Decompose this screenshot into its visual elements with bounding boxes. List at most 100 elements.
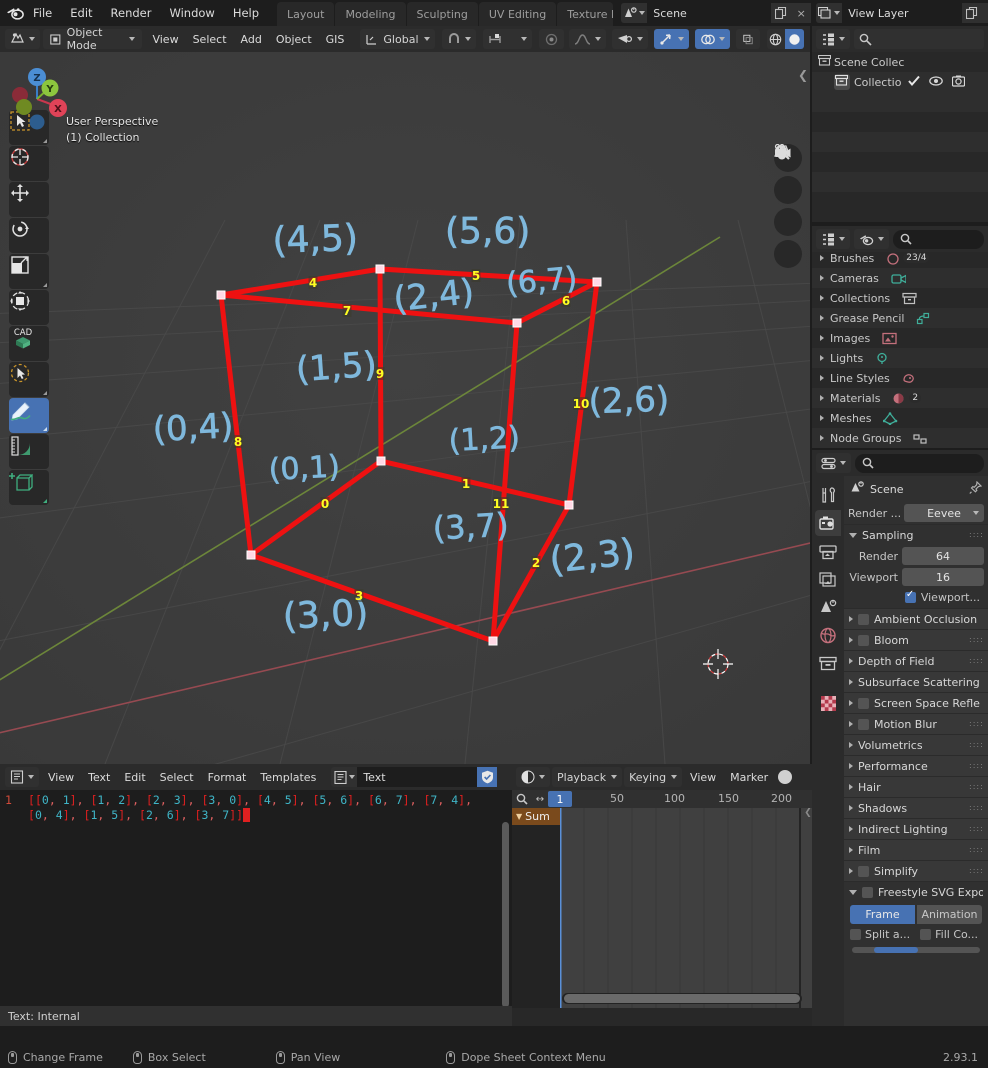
triangle-right-icon[interactable] xyxy=(849,700,853,706)
blender-logo-icon[interactable] xyxy=(6,3,24,23)
dopesheet-editor-icon[interactable] xyxy=(516,767,550,787)
panel-simplify[interactable]: Simplify:::: xyxy=(844,860,988,881)
blender-data-icon[interactable] xyxy=(854,229,889,249)
blender-file-row[interactable]: Lights xyxy=(812,348,988,368)
current-frame-indicator[interactable]: 1 xyxy=(548,791,572,807)
search-icon[interactable] xyxy=(512,793,532,805)
tool-transform[interactable] xyxy=(9,290,49,325)
horizontal-scale-icon[interactable]: ↔ xyxy=(532,794,548,805)
tab-view-layer[interactable] xyxy=(815,566,841,592)
tab-collection[interactable] xyxy=(815,650,841,676)
menu-templates[interactable]: Templates xyxy=(253,767,323,788)
tab-tool[interactable] xyxy=(815,482,841,508)
tab-sculpting[interactable]: Sculpting xyxy=(406,2,478,26)
properties-search-input[interactable] xyxy=(855,453,984,473)
triangle-right-icon[interactable] xyxy=(849,742,853,748)
menu-view[interactable]: View xyxy=(145,29,185,50)
register-shield-icon[interactable] xyxy=(477,767,498,787)
tab-layout[interactable]: Layout xyxy=(277,2,335,26)
close-icon[interactable]: × xyxy=(791,3,812,23)
panel-hair[interactable]: Hair:::: xyxy=(844,776,988,797)
eye-icon[interactable] xyxy=(929,75,943,89)
checkbox[interactable] xyxy=(858,865,869,877)
triangle-down-icon[interactable]: ▼ xyxy=(516,812,522,821)
text-editor[interactable]: View Text Edit Select Format Templates T… xyxy=(0,764,512,1026)
blender-file-row[interactable]: Node Groups xyxy=(812,428,988,448)
tab-render[interactable] xyxy=(815,510,841,536)
menu-keying[interactable]: Keying xyxy=(624,767,683,787)
outliner[interactable]: Scene Collec Collectio xyxy=(812,26,988,222)
tab-modeling[interactable]: Modeling xyxy=(335,2,406,26)
tab-output[interactable] xyxy=(815,538,841,564)
visibility-eye-icon[interactable] xyxy=(611,29,648,49)
checkbox-on[interactable] xyxy=(908,75,920,90)
panel-motion-blur[interactable]: Motion Blur:::: xyxy=(844,713,988,734)
text-editor-icon[interactable] xyxy=(5,767,39,787)
dope-sheet-grid[interactable] xyxy=(559,808,812,1008)
render-engine-row[interactable]: Render ... Eevee xyxy=(844,502,988,524)
outliner-display-mode-icon[interactable] xyxy=(816,29,850,49)
scene-name-field[interactable]: Scene xyxy=(647,3,772,23)
menu-select[interactable]: Select xyxy=(186,29,234,50)
triangle-down-icon[interactable] xyxy=(849,889,857,895)
chevron-right-icon[interactable] xyxy=(820,255,824,261)
blender-file-row[interactable]: Collections xyxy=(812,288,988,308)
chevron-right-icon[interactable] xyxy=(820,335,824,341)
render-engine-dropdown[interactable]: Eevee xyxy=(904,504,984,522)
properties-body[interactable]: Scene Render ... Eevee Sampling :::: Ren… xyxy=(844,476,988,1026)
close-icon[interactable]: × xyxy=(982,3,988,23)
menu-gis[interactable]: GIS xyxy=(319,29,352,50)
blender-file-outliner-rows[interactable]: Brushes 23/4 Cameras Collections Grease Penc… xyxy=(812,252,988,448)
freestyle-animation-button[interactable]: Animation xyxy=(917,905,982,924)
menu-render[interactable]: Render xyxy=(102,3,161,24)
panel-volumetrics[interactable]: Volumetrics:::: xyxy=(844,734,988,755)
blender-file-row[interactable]: Line Styles xyxy=(812,368,988,388)
menu-format[interactable]: Format xyxy=(201,767,254,788)
panel-indirect-lighting[interactable]: Indirect Lighting:::: xyxy=(844,818,988,839)
panel-shadows[interactable]: Shadows:::: xyxy=(844,797,988,818)
checkbox[interactable] xyxy=(904,589,916,603)
freestyle-frame-button[interactable]: Frame xyxy=(850,905,915,924)
checkbox[interactable] xyxy=(858,634,869,646)
menu-view[interactable]: View xyxy=(684,767,722,788)
dope-sheet-channels[interactable]: ▼ Sum xyxy=(512,808,560,1008)
3d-viewport[interactable]: (4,5) (5,6) (2,4) (6,7) (1,5) (0,4) (2,6) (1,2)… xyxy=(0,52,810,764)
proportional-edit-icon[interactable] xyxy=(482,29,532,49)
tool-measure[interactable] xyxy=(9,434,49,469)
freestyle-slider[interactable] xyxy=(852,947,980,953)
chevron-right-icon[interactable] xyxy=(820,375,824,381)
triangle-right-icon[interactable] xyxy=(849,721,853,727)
menu-edit[interactable]: Edit xyxy=(61,3,101,24)
panel-performance[interactable]: Performance:::: xyxy=(844,755,988,776)
triangle-right-icon[interactable] xyxy=(849,658,853,664)
overlays-icon[interactable] xyxy=(694,29,730,49)
checkbox[interactable] xyxy=(858,697,869,709)
shading-solid-icon[interactable] xyxy=(785,29,804,49)
xray-icon[interactable] xyxy=(735,29,760,49)
panel-freestyle-svg-expo[interactable]: Freestyle SVG Expo xyxy=(844,881,988,902)
checkbox[interactable] xyxy=(920,929,932,940)
channel-summary[interactable]: ▼ Sum xyxy=(512,808,560,825)
triangle-right-icon[interactable] xyxy=(849,784,853,790)
menu-help[interactable]: Help xyxy=(224,3,268,24)
outliner-filter[interactable] xyxy=(854,29,984,49)
triangle-right-icon[interactable] xyxy=(849,847,853,853)
menu-add[interactable]: Add xyxy=(234,29,269,50)
tab-world[interactable] xyxy=(815,622,841,648)
menu-select[interactable]: Select xyxy=(153,767,201,788)
shading-wireframe-icon[interactable] xyxy=(767,29,786,49)
dope-sheet-timeline-ruler[interactable]: ↔ 1 50 100 150 200 250 xyxy=(512,790,843,808)
blender-file-row[interactable]: Brushes 23/4 xyxy=(812,252,988,268)
panel-ambient-occlusion[interactable]: Ambient Occlusion xyxy=(844,608,988,629)
axis-gizmo[interactable]: Z Y X xyxy=(0,62,70,132)
triangle-right-icon[interactable] xyxy=(849,679,853,685)
chevron-right-icon[interactable] xyxy=(820,355,824,361)
sidebar-toggle-icon[interactable]: ❮ xyxy=(798,68,808,82)
checkbox[interactable] xyxy=(858,613,869,625)
chevron-right-icon[interactable] xyxy=(820,315,824,321)
blender-file-row[interactable]: Cameras xyxy=(812,268,988,288)
tool-rotate[interactable] xyxy=(9,218,49,253)
tool-cursor[interactable] xyxy=(9,146,49,181)
triangle-right-icon[interactable] xyxy=(849,637,853,643)
dope-sheet-sidebar-toggle[interactable]: ❮ xyxy=(804,808,812,1008)
